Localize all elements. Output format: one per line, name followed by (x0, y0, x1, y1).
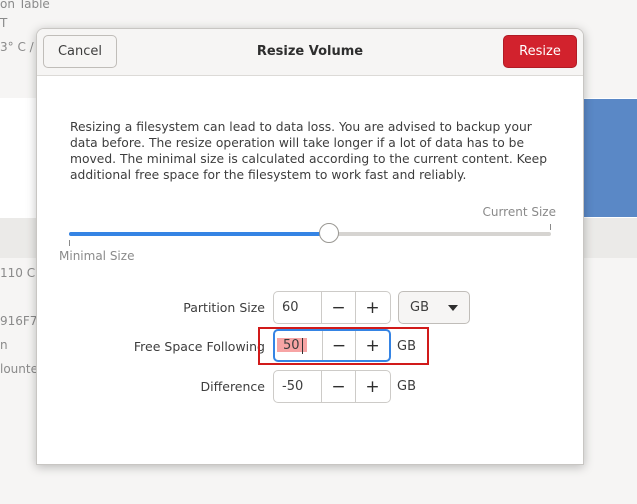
current-size-label: Current Size (482, 205, 556, 219)
difference-label: Difference (200, 379, 265, 394)
minimal-size-tick (69, 240, 70, 246)
background-text: 110 C (0, 266, 36, 280)
size-slider-track[interactable] (69, 232, 551, 236)
current-size-tick (550, 224, 551, 230)
partition-size-label: Partition Size (183, 300, 265, 315)
background-text: 3° C / (0, 40, 34, 54)
resize-volume-dialog: Cancel Resize Volume Resize Resizing a f… (36, 28, 584, 465)
partition-size-decrement-button[interactable]: − (321, 292, 355, 323)
unit-dropdown-value: GB (410, 300, 429, 315)
dialog-headerbar: Cancel Resize Volume Resize (37, 29, 583, 76)
dialog-title: Resize Volume (256, 44, 364, 59)
size-slider-fill (69, 232, 330, 236)
difference-increment-button[interactable]: + (355, 371, 389, 402)
minimal-size-label: Minimal Size (59, 249, 135, 263)
size-slider-handle[interactable] (319, 223, 340, 243)
partition-size-increment-button[interactable]: + (355, 292, 389, 323)
dropdown-arrow-icon (448, 305, 458, 311)
background-text: T (0, 16, 8, 30)
background-text: on Table (0, 0, 50, 11)
resize-button[interactable]: Resize (503, 35, 577, 68)
free-space-following-label: Free Space Following (133, 339, 265, 354)
unit-dropdown[interactable]: GB (398, 291, 470, 324)
difference-unit: GB (397, 379, 416, 394)
background-text: n (0, 338, 8, 352)
background-text: lounte (0, 362, 38, 376)
background-partition-bar (584, 99, 637, 217)
partition-size-spinner: 60 − + (273, 291, 391, 324)
difference-decrement-button[interactable]: − (321, 371, 355, 402)
partition-size-input[interactable]: 60 (274, 292, 321, 323)
data-loss-warning: Resizing a filesystem can lead to data l… (70, 120, 548, 182)
difference-spinner: -50 − + (273, 370, 391, 403)
annotation-highlight-box (258, 327, 429, 365)
background-text: 916F7 (0, 314, 38, 328)
difference-input[interactable]: -50 (274, 371, 321, 402)
